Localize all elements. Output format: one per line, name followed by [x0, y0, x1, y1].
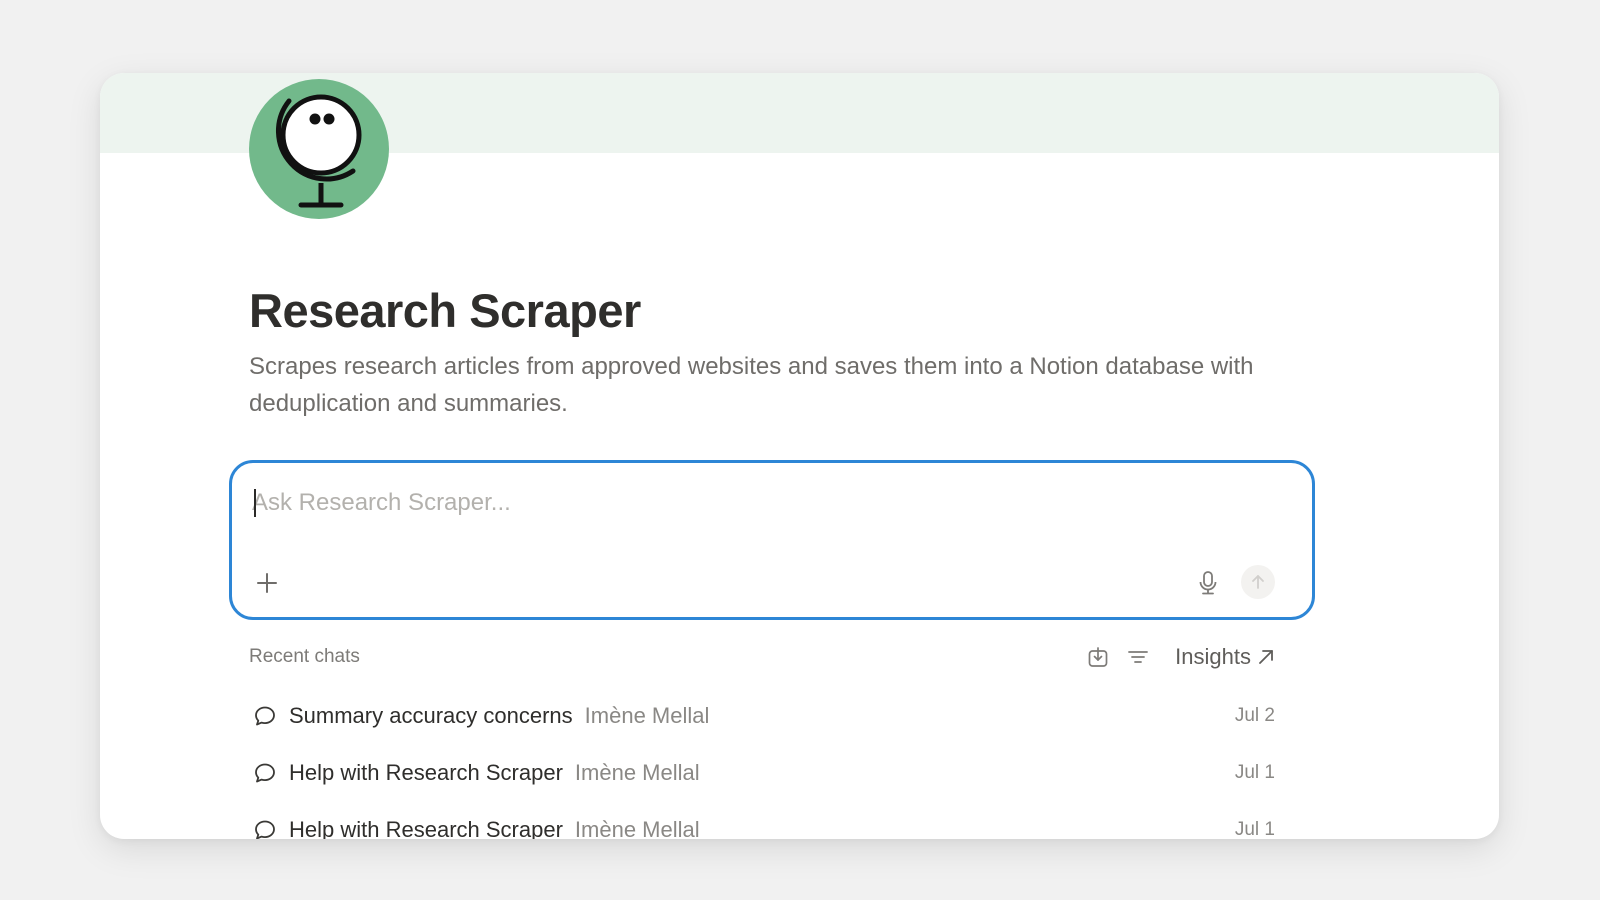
agent-description: Scrapes research articles from approved … — [249, 353, 1254, 417]
arrow-up-icon — [1252, 575, 1264, 589]
chat-date: Jul 1 — [1234, 818, 1275, 840]
agent-avatar — [249, 79, 389, 219]
filter-icon — [1128, 651, 1148, 663]
chat-author: Imène Mellal — [574, 816, 700, 840]
text-caret — [254, 489, 256, 517]
globe-face-icon — [276, 94, 362, 208]
chat-date: Jul 1 — [1234, 761, 1275, 783]
export-button[interactable] — [1086, 645, 1110, 669]
recent-chats-header: Recent chats Insights — [249, 643, 1275, 673]
chat-row[interactable]: Summary accuracy concerns Imène Mellal J… — [249, 687, 1275, 744]
chat-title: Help with Research Scraper — [289, 816, 563, 840]
voice-input-button[interactable] — [1193, 568, 1223, 598]
insights-link[interactable]: Insights — [1175, 643, 1275, 671]
ask-input[interactable] — [252, 485, 1282, 521]
chat-bubble-icon — [253, 703, 279, 729]
agent-title: Research Scraper — [249, 284, 641, 337]
chat-title: Summary accuracy concerns — [289, 702, 573, 728]
chat-row[interactable]: Help with Research Scraper Imène Mellal … — [249, 801, 1275, 839]
chat-date: Jul 2 — [1234, 704, 1275, 726]
filter-button[interactable] — [1126, 645, 1150, 669]
add-attachment-button[interactable] — [252, 568, 282, 598]
chat-bubble-icon — [253, 760, 279, 786]
chat-row[interactable]: Help with Research Scraper Imène Mellal … — [249, 744, 1275, 801]
insights-label: Insights — [1175, 644, 1251, 669]
chat-title: Help with Research Scraper — [289, 759, 563, 785]
download-icon — [1088, 647, 1108, 667]
microphone-icon — [1199, 571, 1217, 595]
chat-author: Imène Mellal — [574, 759, 700, 785]
agent-page-card: Research Scraper Scrapes research articl… — [100, 73, 1499, 839]
arrow-up-right-icon — [1259, 650, 1273, 664]
recent-chats-list: Summary accuracy concerns Imène Mellal J… — [249, 687, 1275, 839]
chat-author: Imène Mellal — [584, 702, 710, 728]
chat-composer[interactable] — [229, 460, 1315, 620]
recent-chats-label: Recent chats — [249, 646, 360, 667]
plus-icon — [257, 573, 277, 593]
chat-bubble-icon — [253, 817, 279, 840]
send-button[interactable] — [1241, 565, 1275, 599]
